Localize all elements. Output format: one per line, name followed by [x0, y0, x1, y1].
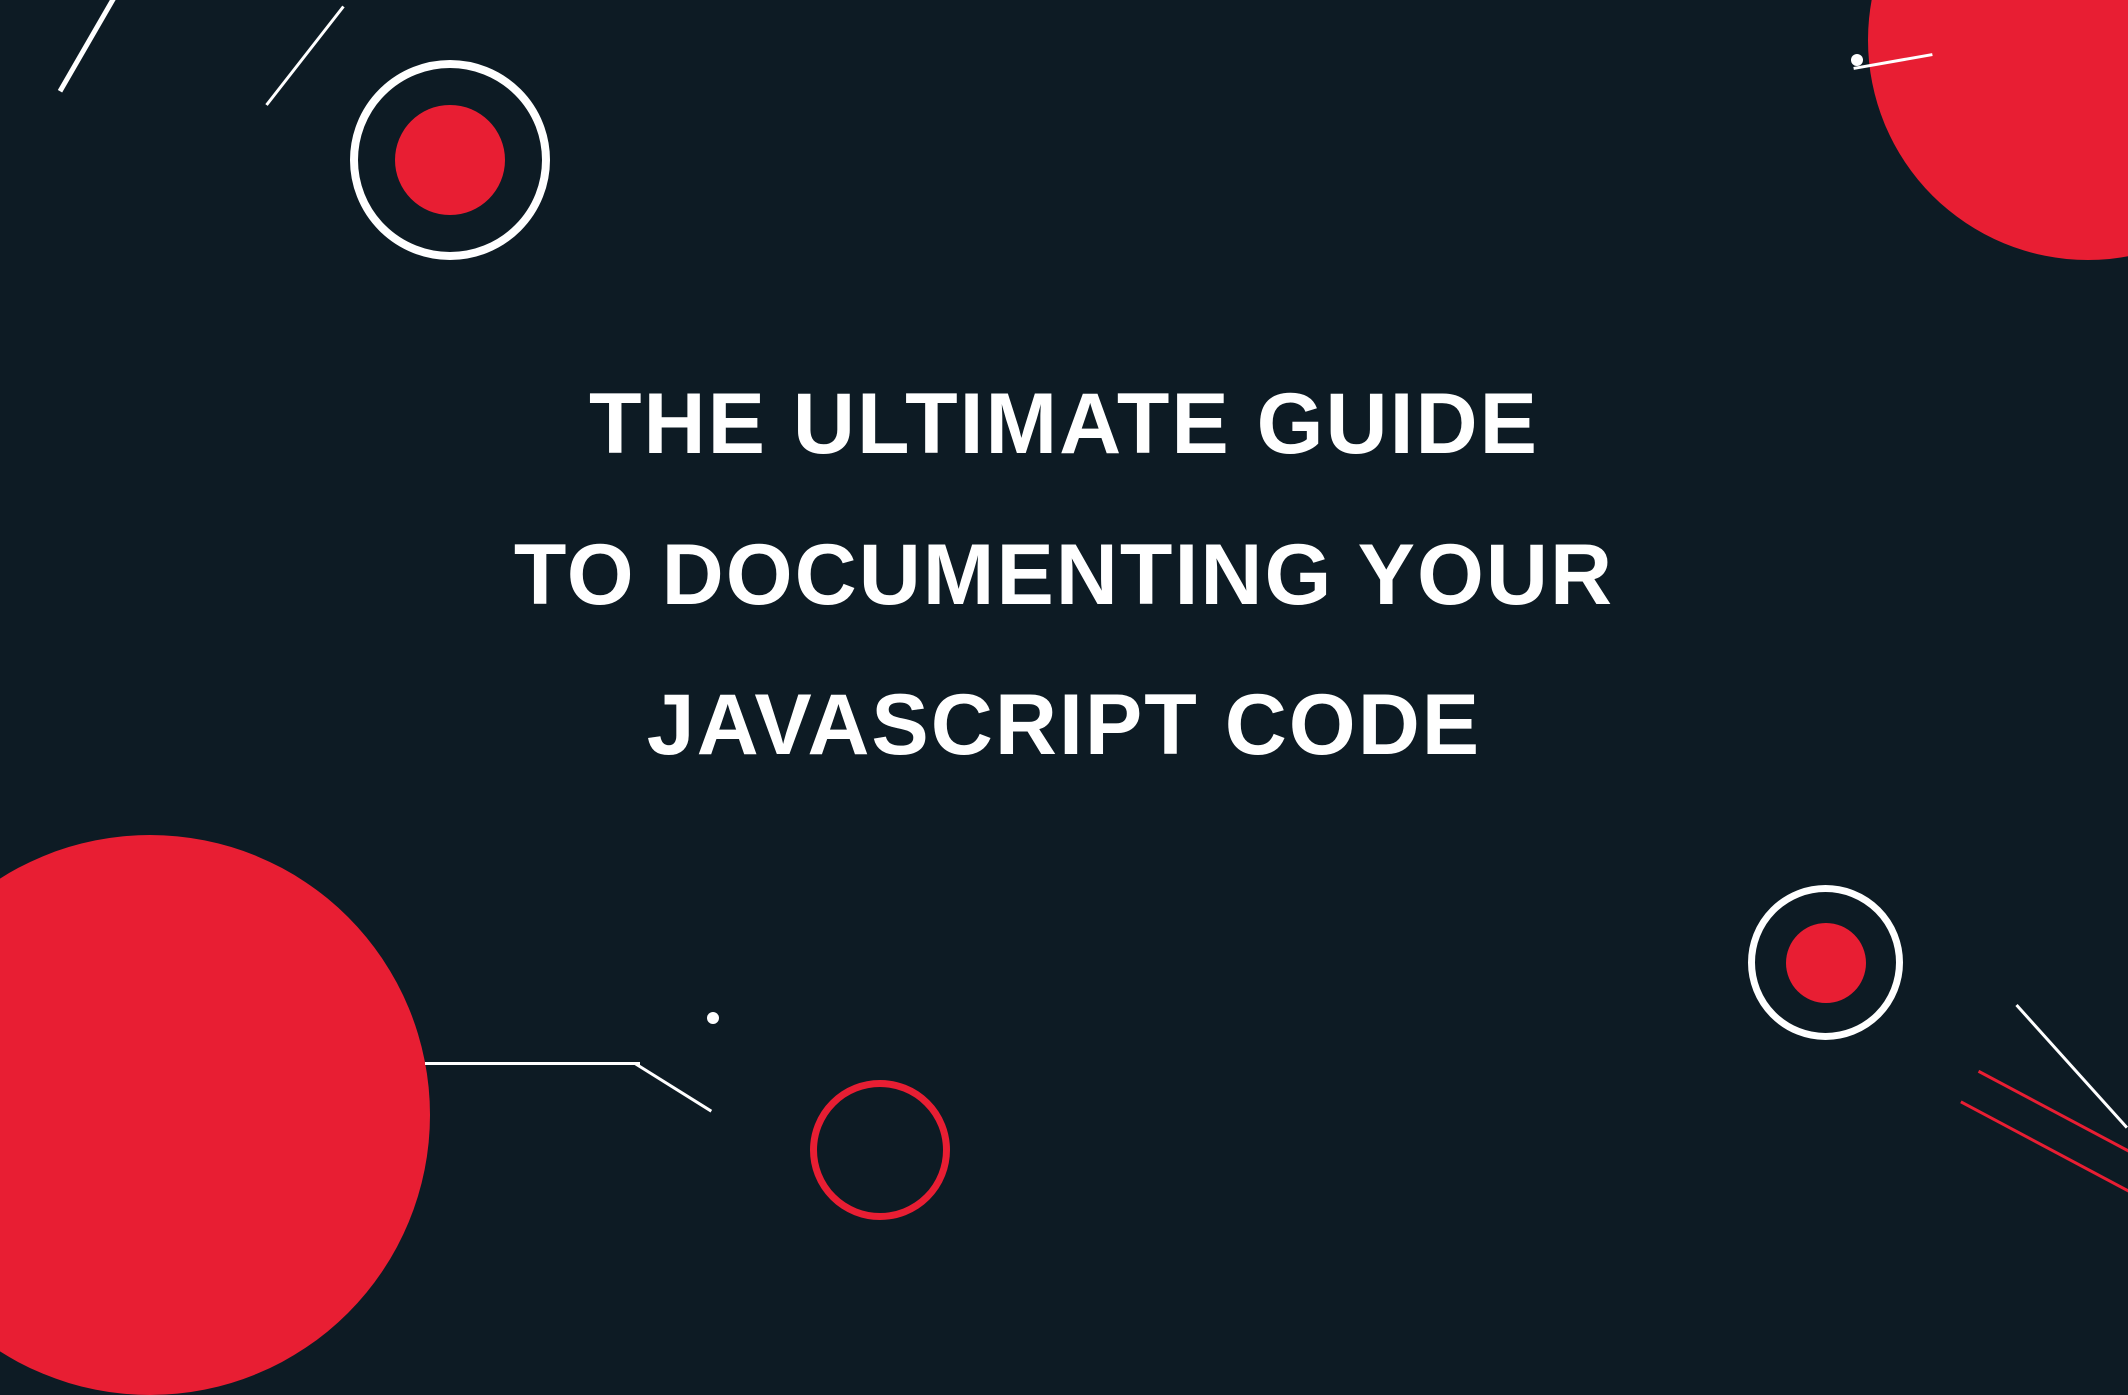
title-container: THE ULTIMATE GUIDE TO DOCUMENTING YOUR J…	[0, 0, 2128, 1150]
title-line-1: THE ULTIMATE GUIDE	[589, 376, 1539, 472]
main-title: THE ULTIMATE GUIDE TO DOCUMENTING YOUR J…	[334, 349, 1794, 801]
title-line-3: JAVASCRIPT CODE	[647, 677, 1481, 773]
title-line-2: TO DOCUMENTING YOUR	[514, 527, 1614, 623]
